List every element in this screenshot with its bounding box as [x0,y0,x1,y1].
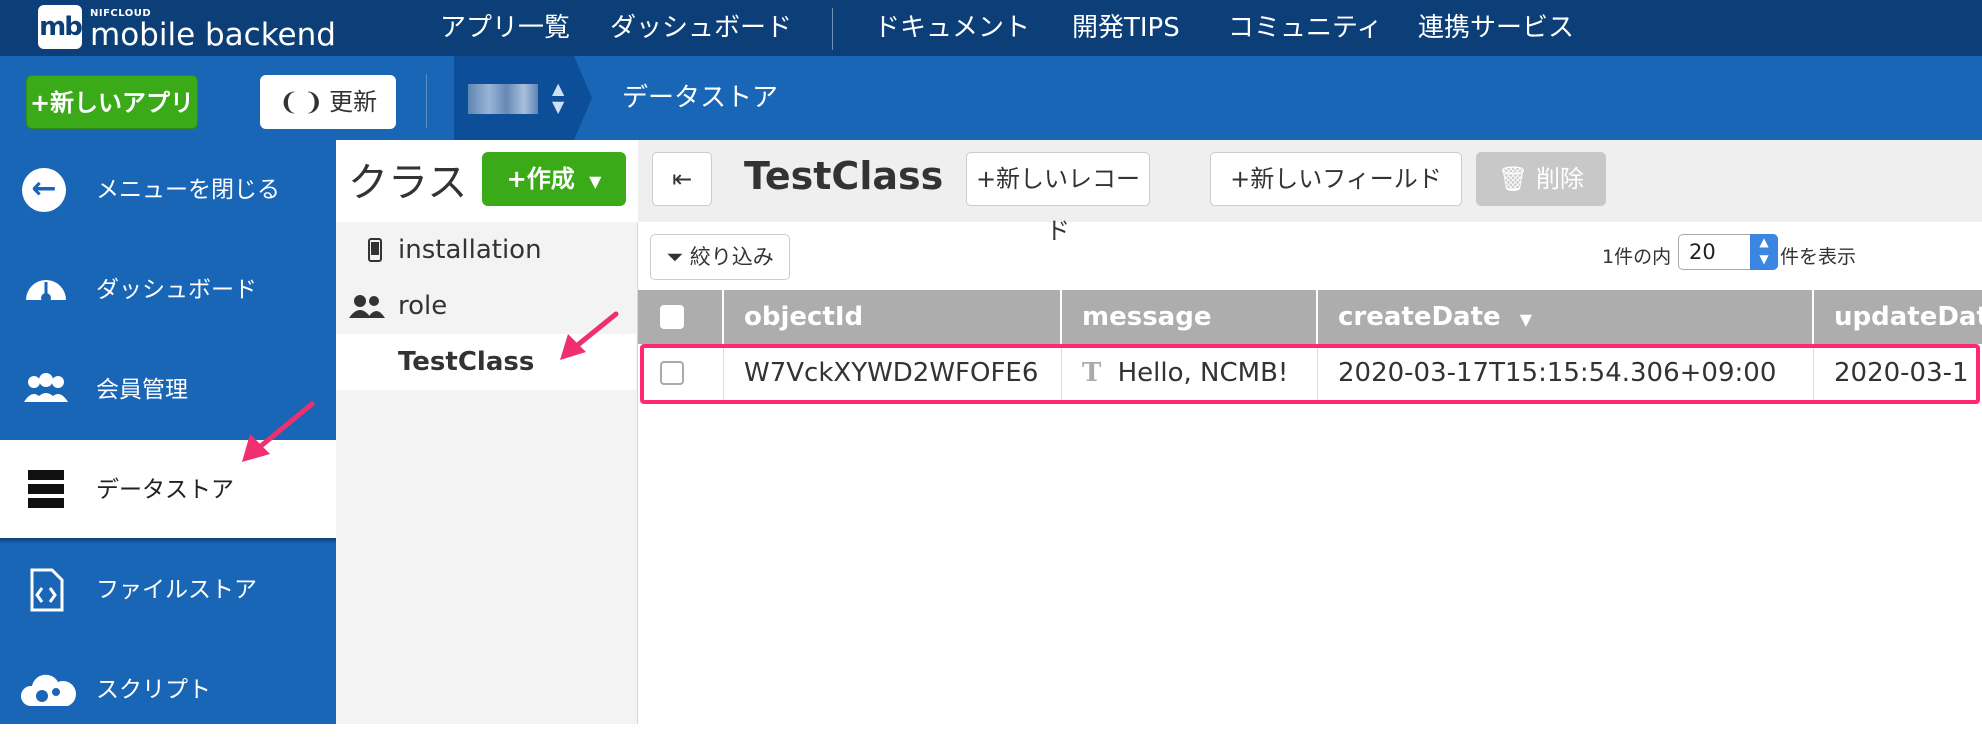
column-header-label: createDate [1338,302,1501,332]
table-header: objectId message createDate ▼ updateDat [638,290,1982,344]
phone-icon [368,222,382,282]
pager-label: 1件の内 [1602,246,1672,268]
pager-suffix: 件を表示 [1780,246,1857,268]
nav-documents[interactable]: ドキュメント [874,0,1030,56]
nav-dev-tips[interactable]: 開発TIPS [1072,0,1180,56]
nav-integrations[interactable]: 連携サービス [1418,0,1574,56]
class-item-installation[interactable]: installation [336,222,636,278]
class-item-label: role [398,291,448,321]
sidebar-item-label: スクリプト [96,677,211,703]
select-all-checkbox[interactable] [660,305,684,329]
sort-desc-icon: ▼ [1519,310,1533,329]
app-selector[interactable]: ▲ ▼ [454,56,574,140]
select-all-cell [638,290,724,344]
new-record-button[interactable]: +新しいレコード [966,152,1150,245]
page-size-value: 20 [1689,240,1716,264]
collapse-icon: ⇤ [671,165,693,193]
refresh-icon: ❨ ❩ [278,88,324,116]
new-field-button[interactable]: +新しいフィールド [1210,152,1462,206]
trash-icon: 🗑 [1497,165,1529,193]
gauge-icon [20,268,72,312]
file-code-icon [20,568,72,612]
cloud-gears-icon [20,668,76,712]
sidebar-item-dashboard[interactable]: ダッシュボード [0,240,336,340]
column-header-createDate[interactable]: createDate ▼ [1318,290,1814,344]
data-view-header: ⇤ TestClass +新しいレコード +新しいフィールド 🗑 削除 [638,140,1982,245]
sidebar-item-script[interactable]: スクリプト [0,640,336,740]
users-icon [348,278,386,338]
sidebar-item-label: ダッシュボード [96,277,257,303]
class-title: TestClass [744,154,944,198]
collapse-panel-button[interactable]: ⇤ [652,152,712,206]
create-label: +作成 [506,165,575,193]
nav-dashboard[interactable]: ダッシュボード [610,0,792,56]
up-down-icon: ▲ ▼ [552,79,565,116]
data-view: ⇤ TestClass +新しいレコード +新しいフィールド 🗑 削除 ⏷ 絞り… [638,140,1982,724]
column-header-objectId[interactable]: objectId [724,290,1062,344]
sidebar-item-label: 会員管理 [96,377,188,403]
create-class-button[interactable]: +作成 ▼ [482,152,626,206]
refresh-label: 更新 [329,88,378,116]
database-icon [20,468,72,512]
nav-app-list[interactable]: アプリ一覧 [440,0,570,56]
column-header-updateDate[interactable]: updateDat [1814,290,1982,344]
nav-divider [832,8,833,50]
toolbar-divider [426,74,427,128]
sidebar-item-close-menu[interactable]: ← メニューを閉じる [0,140,336,240]
arrow-left-icon: ← [22,168,66,212]
logo[interactable]: mb NIFCLOUD mobile backend [38,2,336,52]
users-icon [20,368,72,412]
annotation-arrow-datastore [242,401,315,462]
sidebar-item-label: メニューを閉じる [96,177,280,203]
sidebar-item-label: ファイルストア [96,577,257,603]
caret-down-icon: ▼ [589,172,602,191]
new-app-button[interactable]: +新しいアプリ [26,75,198,129]
delete-button[interactable]: 🗑 削除 [1476,152,1606,206]
delete-label: 削除 [1536,165,1585,193]
breadcrumb: データストア [622,83,779,113]
filter-button[interactable]: ⏷ 絞り込み [650,234,790,280]
nav-community[interactable]: コミュニティ [1228,0,1382,56]
row-highlight-box [640,344,1980,404]
filter-label: 絞り込み [689,245,774,269]
sidebar-item-filestore[interactable]: ファイルストア [0,540,336,640]
app-toolbar: +新しいアプリ ❨ ❩ 更新 ▲ ▼ データストア [0,56,1982,140]
logo-mark: mb [38,5,83,49]
class-panel-title: クラス [348,160,468,206]
class-item-label: TestClass [398,347,535,377]
top-navbar: mb NIFCLOUD mobile backend アプリ一覧 ダッシュボード… [0,0,1982,56]
sidebar-item-label: データストア [96,477,234,503]
spinner-icon: ▲ ▼ [1750,234,1778,270]
class-item-label: installation [398,235,542,265]
column-header-message[interactable]: message [1062,290,1318,344]
logo-product: mobile backend [90,16,336,53]
annotation-arrow-testclass [560,311,619,360]
breadcrumb-chevron [574,56,592,140]
page-size-select[interactable]: 20 ▲ ▼ [1678,234,1778,270]
class-panel: クラス +作成 ▼ installation role TestClass [336,140,638,724]
filter-icon: ⏷ [666,245,684,269]
refresh-button[interactable]: ❨ ❩ 更新 [260,75,396,129]
app-name-blurred [468,84,538,114]
